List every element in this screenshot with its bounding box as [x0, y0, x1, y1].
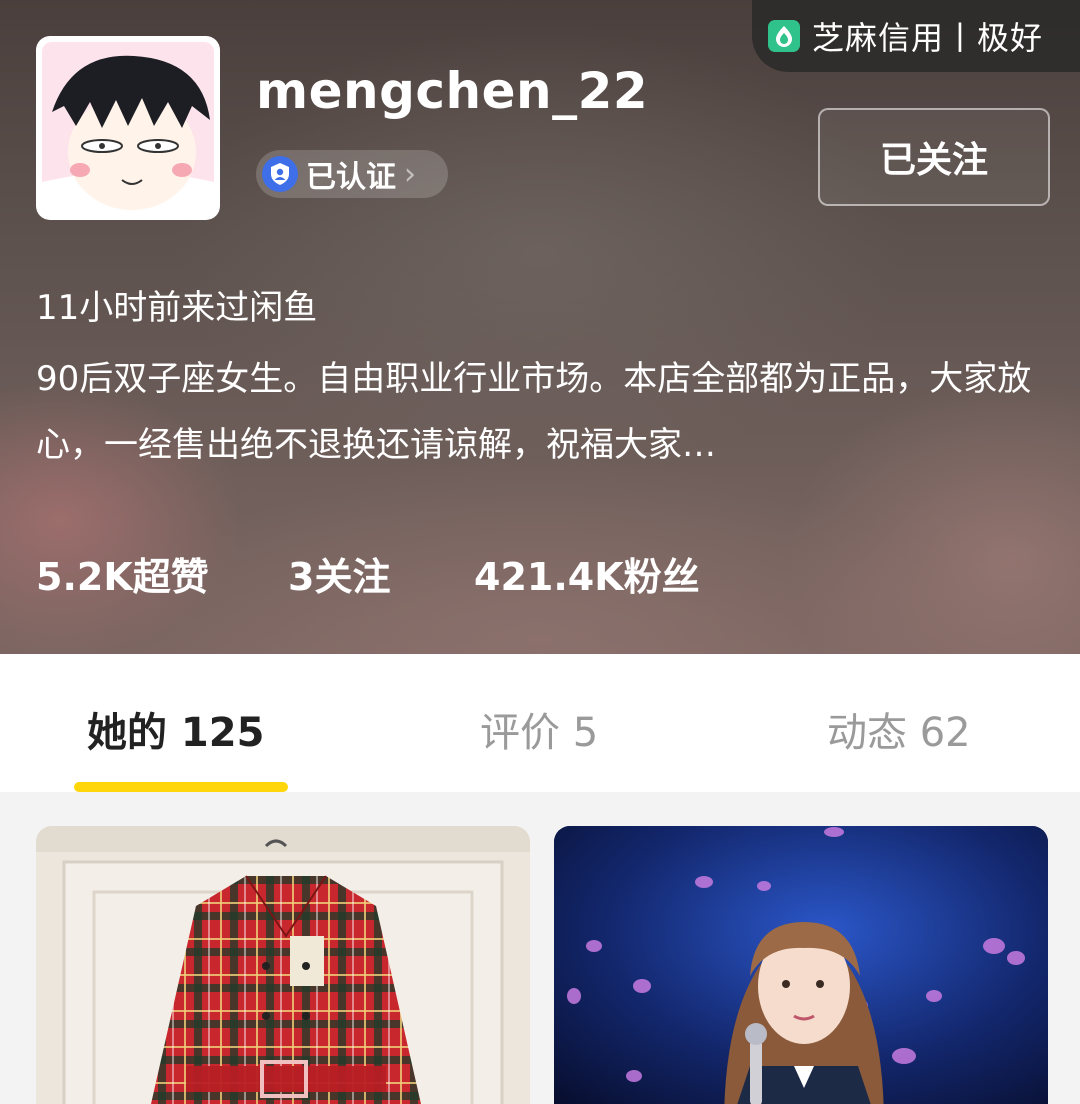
username: mengchen_22: [256, 62, 649, 120]
chevron-right-icon: ›: [404, 156, 416, 192]
item-card[interactable]: [554, 826, 1048, 1104]
tab-bar: 她的 125 评价 5 动态 62: [0, 654, 1080, 792]
tab-moments[interactable]: 动态 62: [827, 700, 971, 758]
active-tab-indicator: [74, 782, 288, 792]
tab-items[interactable]: 她的 125: [87, 700, 264, 758]
avatar[interactable]: [36, 36, 220, 220]
last-seen-text: 11小时前来过闲鱼: [36, 288, 318, 328]
stat-following[interactable]: 3关注: [288, 546, 474, 601]
sesame-credit-badge[interactable]: 芝麻信用丨极好: [752, 0, 1080, 72]
item-image-plaid-coat: [36, 826, 530, 1104]
sesame-credit-icon: [768, 20, 800, 52]
stat-likes[interactable]: 5.2K超赞: [36, 546, 288, 601]
profile-header: 芝麻信用丨极好 mengchen_22 已认证 › 已关注 11小时前来过闲鱼 …: [0, 0, 1080, 654]
verified-badge[interactable]: 已认证 ›: [256, 150, 448, 198]
item-grid: [0, 792, 1080, 1104]
item-image-performer: [554, 826, 1048, 1104]
bio-text[interactable]: 90后双子座女生。自由职业行业市场。本店全部都为正品，大家放心，一经售出绝不退换…: [36, 346, 1046, 478]
tab-reviews[interactable]: 评价 5: [480, 700, 598, 758]
credit-text: 芝麻信用丨极好: [812, 19, 1044, 57]
verified-label: 已认证: [306, 160, 396, 195]
stats-bar: 5.2K超赞 3关注 421.4K粉丝: [36, 546, 700, 601]
item-card[interactable]: [36, 826, 530, 1104]
avatar-image: [42, 42, 214, 214]
verified-user-icon: [262, 156, 298, 192]
follow-button[interactable]: 已关注: [818, 108, 1050, 206]
stat-followers[interactable]: 421.4K粉丝: [474, 546, 700, 601]
